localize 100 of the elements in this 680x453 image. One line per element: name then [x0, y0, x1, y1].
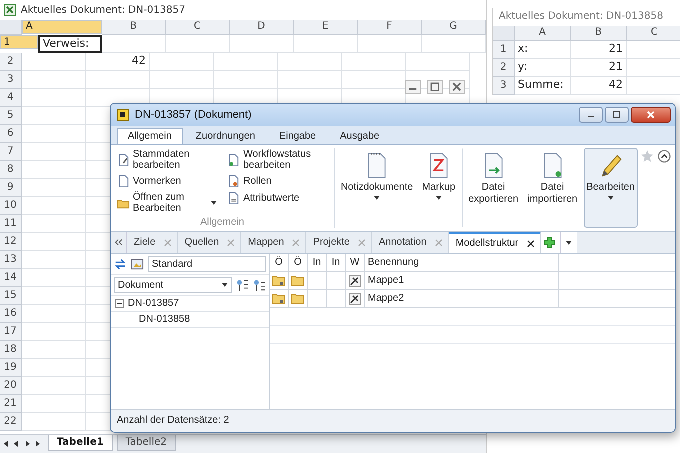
table-cell: [86, 71, 150, 89]
sheet-navigation-icon[interactable]: [2, 439, 42, 449]
tree-item[interactable]: DN-013857: [128, 298, 180, 309]
maximize-button[interactable]: [605, 107, 629, 123]
star-icon[interactable]: [641, 150, 654, 163]
column-header[interactable]: F: [358, 20, 422, 35]
document-icon: [117, 175, 130, 188]
column-header[interactable]: E: [294, 20, 358, 35]
row-header[interactable]: 11: [0, 215, 22, 233]
row-header[interactable]: 2: [0, 53, 22, 71]
folder-icon: [272, 292, 286, 304]
spreadsheet-icon: [4, 4, 16, 16]
row-header[interactable]: 18: [0, 341, 22, 359]
folder-icon: [291, 274, 305, 286]
column-header[interactable]: A: [22, 20, 102, 34]
sort-icon[interactable]: [253, 278, 266, 292]
row-header[interactable]: 2: [493, 59, 515, 77]
row-header[interactable]: 14: [0, 269, 22, 287]
ribbon-tab[interactable]: Allgemein: [117, 128, 183, 144]
caret-icon: [566, 240, 572, 244]
ribbon-button[interactable]: Öffnen zum Bearbeiten: [115, 191, 220, 215]
row-header[interactable]: 10: [0, 197, 22, 215]
sort-icon[interactable]: [236, 278, 249, 292]
table-cell: [230, 35, 294, 53]
column-dropdown[interactable]: Dokument: [114, 277, 232, 293]
column-header[interactable]: B: [102, 20, 166, 35]
row-header[interactable]: 19: [0, 359, 22, 377]
column-header[interactable]: B: [571, 26, 627, 41]
panel-tab[interactable]: Quellen: [178, 232, 242, 253]
ribbon-button[interactable]: Notizdokumente: [338, 148, 416, 228]
maximize-icon: [612, 110, 622, 120]
ribbon-button[interactable]: Markup: [419, 148, 459, 228]
sheet-tab[interactable]: Tabelle1: [48, 435, 113, 451]
row-header[interactable]: 6: [0, 125, 22, 143]
ribbon-button[interactable]: Datei importieren: [524, 148, 581, 228]
column-header[interactable]: C: [166, 20, 230, 35]
ribbon-button[interactable]: Workflowstatus bearbeiten: [225, 148, 330, 172]
ribbon-tab[interactable]: Zuordnungen: [184, 128, 266, 144]
column-header[interactable]: In: [308, 254, 327, 271]
table-cell: [422, 35, 486, 53]
table-cell: [102, 35, 166, 53]
column-header[interactable]: G: [422, 20, 486, 35]
column-header[interactable]: C: [627, 26, 680, 41]
row-header[interactable]: 12: [0, 233, 22, 251]
sync-arrows-icon[interactable]: [114, 258, 127, 270]
table-cell: x:: [515, 41, 571, 59]
close-button[interactable]: [631, 107, 671, 123]
ribbon-button[interactable]: Rollen: [225, 174, 330, 189]
row-header[interactable]: 3: [0, 71, 22, 89]
row-header[interactable]: 4: [0, 89, 22, 107]
column-header[interactable]: D: [230, 20, 294, 35]
table-cell: [166, 35, 230, 53]
column-header[interactable]: Ö: [289, 254, 308, 271]
collapse-icon[interactable]: [658, 150, 671, 163]
panel-tab[interactable]: Modellstruktur: [448, 232, 541, 253]
ribbon-tab[interactable]: Ausgabe: [329, 128, 391, 144]
row-header[interactable]: 16: [0, 305, 22, 323]
row-header[interactable]: 15: [0, 287, 22, 305]
ribbon-button[interactable]: Bearbeiten: [584, 148, 638, 228]
row-header[interactable]: 8: [0, 161, 22, 179]
column-header[interactable]: Benennung: [365, 254, 559, 271]
minimize-icon[interactable]: [405, 80, 421, 94]
row-header[interactable]: 1: [0, 35, 38, 49]
table-cell: 21: [571, 59, 627, 77]
ribbon-button[interactable]: Stammdaten bearbeiten: [115, 148, 220, 172]
add-tab-button[interactable]: [540, 232, 561, 253]
panel-tab[interactable]: Mappen: [241, 232, 306, 253]
row-header[interactable]: 1: [493, 41, 515, 59]
row-header[interactable]: 7: [0, 143, 22, 161]
panel-tab[interactable]: Projekte: [306, 232, 372, 253]
row-header[interactable]: 9: [0, 179, 22, 197]
ribbon-button[interactable]: Vormerken: [115, 174, 220, 189]
row-header[interactable]: 17: [0, 323, 22, 341]
table-cell: [150, 53, 214, 71]
row-header[interactable]: 20: [0, 377, 22, 395]
ribbon-button[interactable]: Attributwerte: [225, 191, 330, 206]
table-cell: [358, 35, 422, 53]
panel-tab[interactable]: Ziele: [127, 232, 178, 253]
row-header[interactable]: 21: [0, 395, 22, 413]
close-icon[interactable]: [526, 240, 535, 248]
ribbon-tab[interactable]: Eingabe: [268, 128, 328, 144]
table-cell: [22, 89, 86, 107]
row-header[interactable]: 3: [493, 77, 515, 95]
ribbon-button[interactable]: Datei exportieren: [462, 148, 522, 228]
restore-icon[interactable]: [427, 80, 443, 94]
row-header[interactable]: 22: [0, 413, 22, 431]
column-header[interactable]: A: [515, 26, 571, 41]
collapse-icon[interactable]: [115, 299, 124, 308]
image-icon[interactable]: [131, 258, 144, 270]
view-dropdown[interactable]: Standard: [148, 256, 266, 272]
column-header[interactable]: In: [327, 254, 346, 271]
tree-item[interactable]: DN-013858: [139, 314, 190, 325]
column-header[interactable]: Ö: [270, 254, 289, 271]
row-header[interactable]: 13: [0, 251, 22, 269]
sheet-tab[interactable]: Tabelle2: [116, 435, 176, 451]
tab-list-button[interactable]: [560, 232, 577, 253]
column-header[interactable]: W: [346, 254, 365, 271]
folder-icon: [272, 274, 286, 286]
row-header[interactable]: 5: [0, 107, 22, 125]
minimize-button[interactable]: [579, 107, 603, 123]
